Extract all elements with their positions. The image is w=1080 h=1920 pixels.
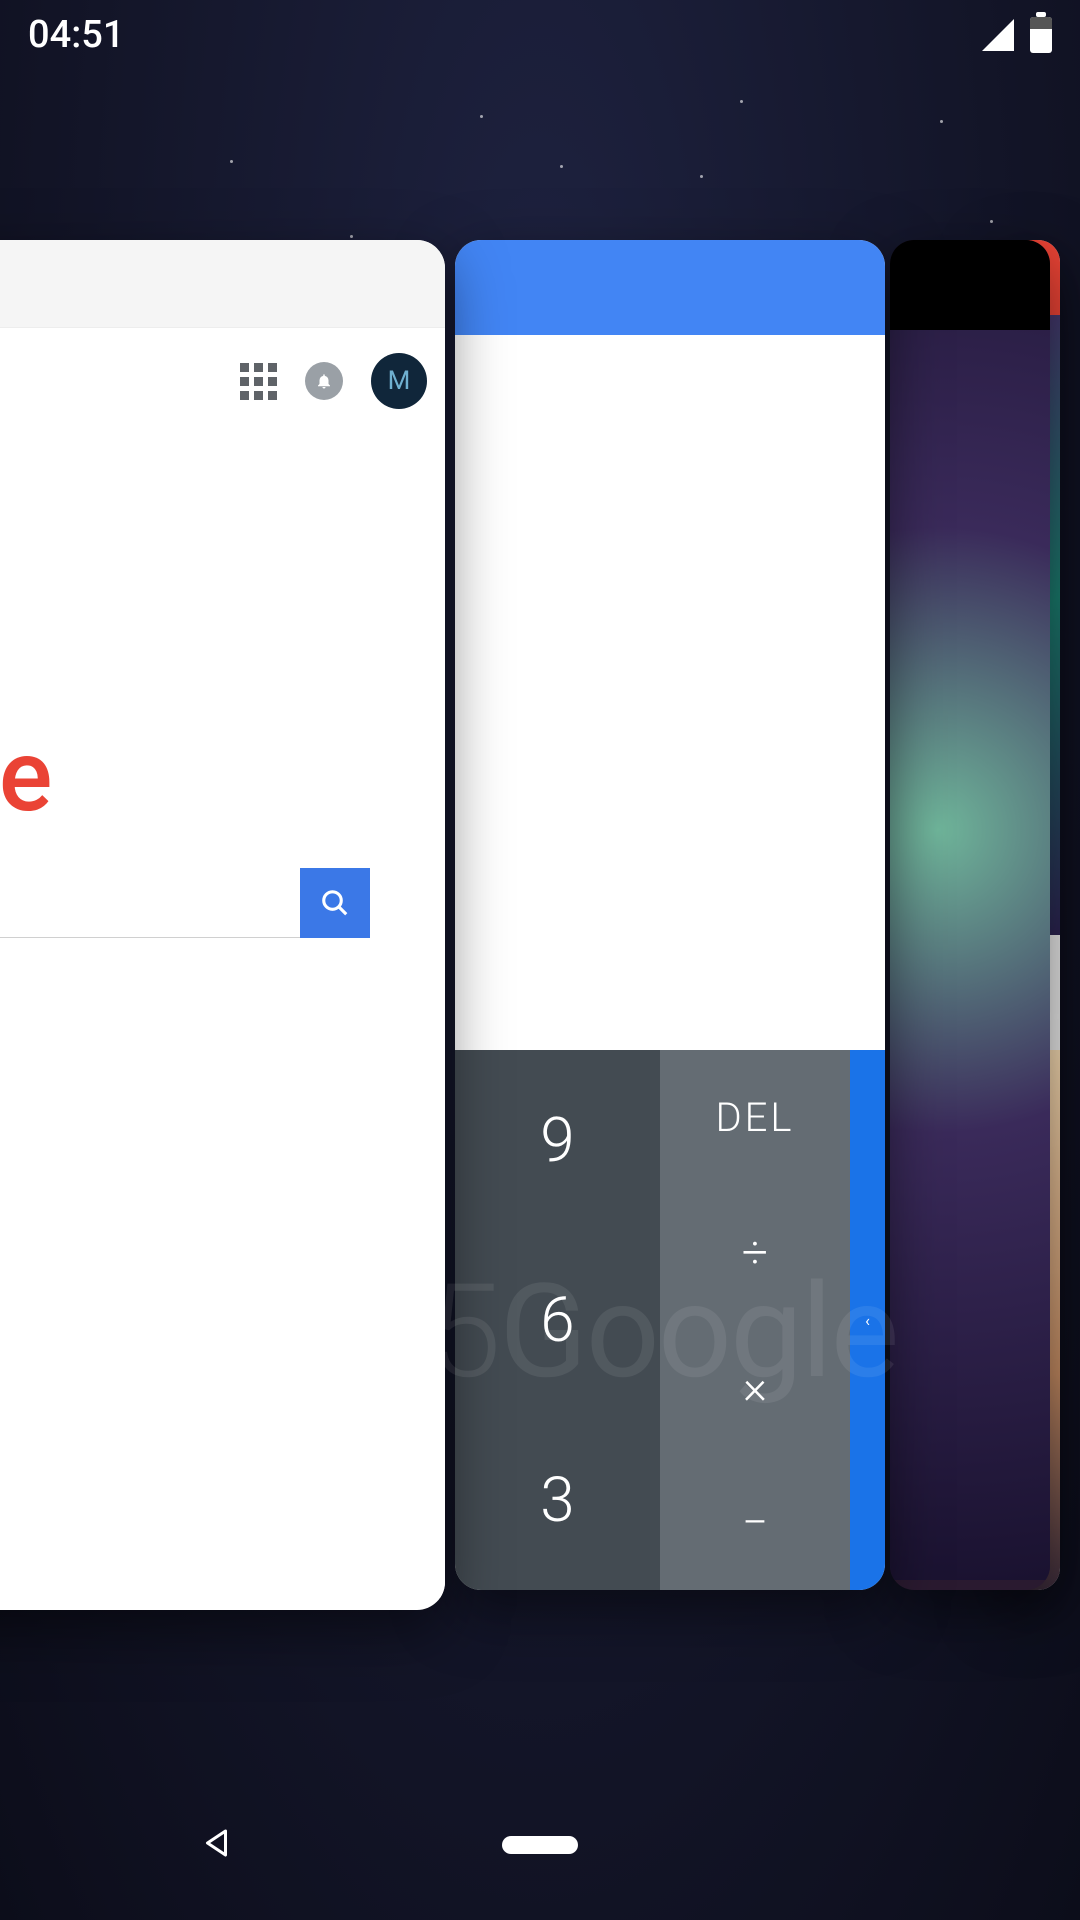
- calculator-key-3[interactable]: 3: [455, 1410, 660, 1590]
- avatar-initial: M: [388, 366, 411, 396]
- status-right: [982, 17, 1052, 53]
- card3-image: [890, 330, 1050, 1580]
- calculator-key-del[interactable]: DEL: [660, 1050, 850, 1185]
- calculator-advanced-panel-handle[interactable]: ‹: [850, 1050, 885, 1590]
- google-header-actions: M: [240, 353, 427, 409]
- calculator-key-minus[interactable]: −: [660, 1455, 850, 1590]
- recent-card-chrome[interactable]: M Google: [0, 240, 445, 1610]
- apps-grid-icon[interactable]: [240, 363, 277, 400]
- calculator-num-column: 9 6 3: [455, 1050, 660, 1590]
- google-search-input[interactable]: [0, 868, 300, 938]
- google-search-button[interactable]: [300, 868, 370, 938]
- back-icon: [200, 1825, 236, 1861]
- google-logo: Google: [0, 718, 50, 835]
- calculator-display: [455, 335, 885, 1050]
- card3-header: [890, 240, 1050, 330]
- recent-card-calculator[interactable]: 9 6 3 DEL ÷ × − ‹: [455, 240, 885, 1590]
- status-time: 04:51: [28, 13, 124, 57]
- calculator-key-multiply[interactable]: ×: [660, 1320, 850, 1455]
- calculator-key-9[interactable]: 9: [455, 1050, 660, 1230]
- calculator-key-6[interactable]: 6: [455, 1230, 660, 1410]
- signal-icon: [982, 19, 1014, 51]
- calculator-keypad: 9 6 3 DEL ÷ × − ‹: [455, 1050, 885, 1590]
- search-icon: [320, 888, 350, 918]
- google-search-row: [0, 868, 370, 938]
- nav-home-pill[interactable]: [502, 1836, 578, 1854]
- account-avatar[interactable]: M: [371, 353, 427, 409]
- recent-card-wallpaper-nebula[interactable]: [890, 240, 1050, 1590]
- calculator-header: [455, 240, 885, 335]
- calculator-ops-column: DEL ÷ × −: [660, 1050, 850, 1590]
- nav-back-button[interactable]: [200, 1825, 236, 1865]
- system-nav-bar: [0, 1770, 1080, 1920]
- status-bar: 04:51: [0, 0, 1080, 70]
- battery-icon: [1030, 17, 1052, 53]
- chevron-left-icon: ‹: [865, 1311, 870, 1330]
- calculator-key-divide[interactable]: ÷: [660, 1185, 850, 1320]
- notifications-icon[interactable]: [305, 362, 343, 400]
- recent-apps-carousel[interactable]: 9 6 3 DEL ÷ × − ‹: [0, 240, 1080, 1615]
- chrome-page-body: M Google: [0, 328, 445, 1598]
- chrome-omnibox-bar[interactable]: [0, 240, 445, 328]
